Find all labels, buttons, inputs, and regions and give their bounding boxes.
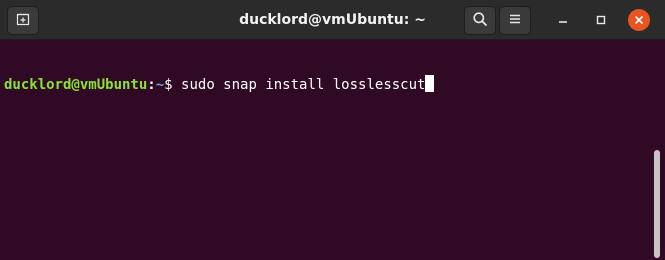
close-icon	[633, 11, 645, 30]
title-bar[interactable]: ducklord@vmUbuntu: ~	[0, 0, 665, 40]
prompt-separator: :	[147, 77, 156, 93]
command-text: sudo snap install losslesscut	[181, 77, 426, 93]
search-icon	[472, 11, 488, 31]
text-cursor	[425, 75, 435, 92]
terminal-window: ducklord@vmUbuntu: ~ ducklord@vmUbuntu:~…	[0, 0, 665, 260]
hamburger-menu-icon	[507, 11, 523, 31]
close-button[interactable]	[628, 9, 650, 31]
maximize-button[interactable]	[590, 9, 612, 31]
new-tab-button[interactable]	[7, 6, 39, 35]
terminal-output[interactable]: ducklord@vmUbuntu:~$ sudo snap install l…	[0, 40, 665, 260]
prompt-symbol: $	[164, 77, 182, 93]
search-button[interactable]	[464, 6, 496, 35]
command-line: ducklord@vmUbuntu:~$ sudo snap install l…	[4, 75, 665, 95]
scrollbar[interactable]	[654, 150, 660, 258]
minimize-button[interactable]	[552, 9, 574, 31]
maximize-icon	[595, 11, 607, 30]
new-tab-icon	[15, 11, 31, 31]
prompt-path: ~	[155, 77, 165, 93]
prompt-user-host: ducklord@vmUbuntu	[4, 77, 148, 93]
menu-button[interactable]	[499, 6, 531, 35]
minimize-icon	[557, 11, 569, 30]
